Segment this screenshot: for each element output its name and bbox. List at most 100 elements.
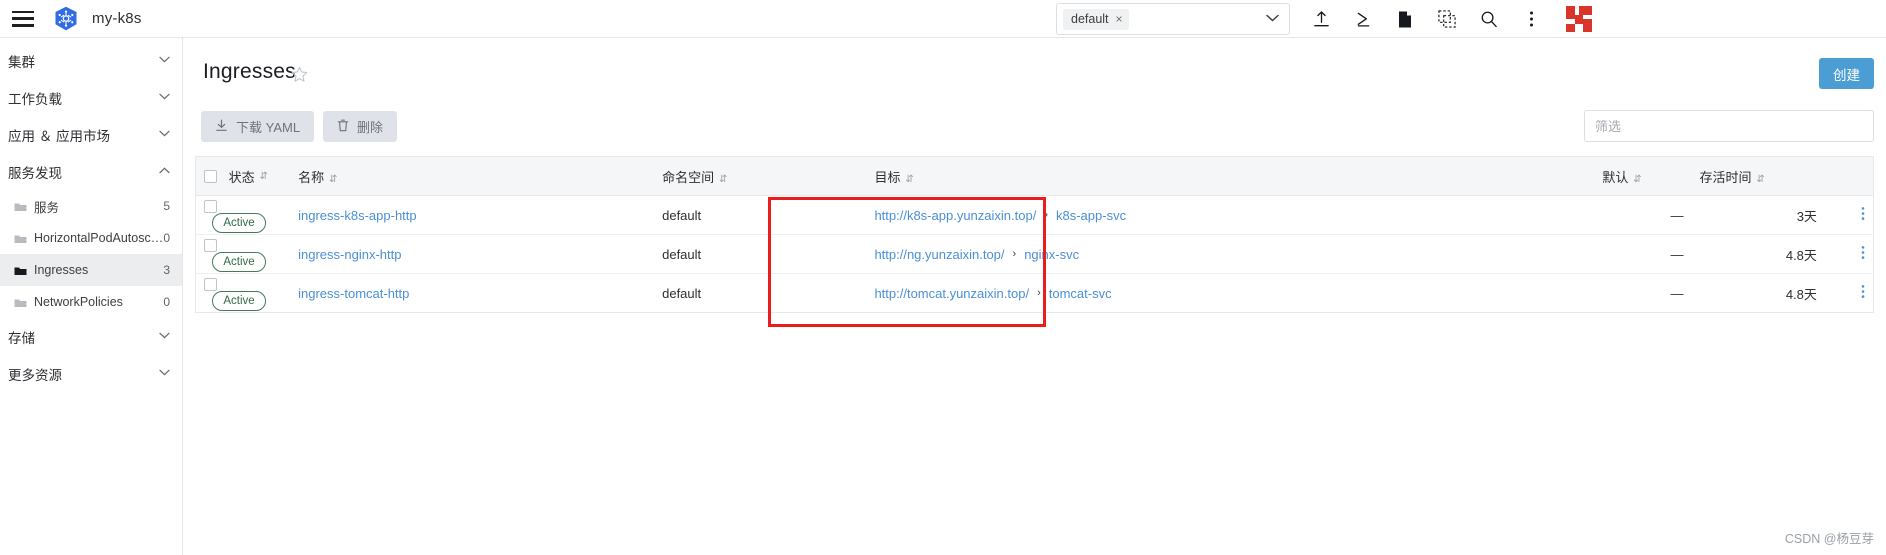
sidebar-item-horizontalpodautoscalers[interactable]: HorizontalPodAutoscalers 0 — [0, 222, 182, 254]
chevron-up-icon[interactable] — [159, 166, 170, 177]
sidebar-group-storage[interactable]: 存储 — [0, 318, 182, 355]
sort-icon[interactable]: ⇵ — [905, 174, 913, 185]
sort-icon[interactable]: ⇵ — [1633, 174, 1641, 185]
create-button[interactable]: 创建 — [1819, 58, 1874, 89]
red-brand-icon[interactable] — [1558, 0, 1600, 38]
delete-button[interactable]: 删除 — [323, 111, 398, 142]
chevron-down-icon[interactable] — [159, 129, 170, 140]
cell-target: http://tomcat.yunzaixin.top/ › tomcat-sv… — [866, 273, 1595, 313]
cell-name: ingress-tomcat-http — [290, 273, 655, 313]
cell-actions — [1824, 234, 1874, 274]
sidebar-group-cluster[interactable]: 集群 — [0, 42, 182, 79]
column-header-default[interactable]: 默认 ⇵ — [1594, 156, 1692, 196]
sidebar-item-count: 5 — [163, 199, 170, 213]
snapshot-icon[interactable] — [1426, 0, 1468, 38]
sidebar-group-service-discovery[interactable]: 服务发现 — [0, 153, 182, 190]
ingress-name-link[interactable]: ingress-k8s-app-http — [298, 208, 417, 223]
column-label: 命名空间 — [662, 169, 715, 185]
sort-icon[interactable]: ⇵ — [1756, 174, 1764, 185]
terminal-icon[interactable] — [1342, 0, 1384, 38]
app-root: my-k8s default × 集群 工作负载 应用 ＆ 应用市场 服务发现 … — [0, 0, 1886, 555]
chevron-down-icon[interactable] — [159, 368, 170, 379]
row-checkbox[interactable] — [204, 277, 217, 291]
watermark: CSDN @杨豆芽 — [1784, 532, 1874, 546]
table-body: Active ingress-k8s-app-http default http… — [195, 195, 1874, 313]
file-icon[interactable] — [1384, 0, 1426, 38]
sidebar-group-more-resources[interactable]: 更多资源 — [0, 355, 182, 392]
cell-name: ingress-nginx-http — [290, 234, 655, 274]
column-label: 目标 — [874, 169, 901, 185]
column-header-target[interactable]: 目标 ⇵ — [866, 156, 1595, 196]
ingress-table-wrapper: 状态 ⇵ 名称 ⇵ 命名空间 ⇵ 目标 ⇵ 默认 ⇵ 存活时间 ⇵ Active… — [195, 156, 1874, 313]
row-overflow-menu-icon[interactable] — [1861, 246, 1865, 264]
target-service-link[interactable]: k8s-app-svc — [1056, 208, 1126, 223]
filter-box[interactable] — [1584, 110, 1874, 142]
namespace-chip[interactable]: default × — [1063, 8, 1129, 30]
hamburger-icon[interactable] — [12, 10, 34, 27]
trash-icon — [337, 119, 349, 135]
sidebar-group-workloads[interactable]: 工作负载 — [0, 79, 182, 116]
chevron-down-icon[interactable] — [159, 55, 170, 66]
ingress-name-link[interactable]: ingress-tomcat-http — [298, 286, 409, 301]
row-overflow-menu-icon[interactable] — [1861, 207, 1865, 225]
target-url-link[interactable]: http://ng.yunzaixin.top/ — [874, 247, 1004, 262]
column-header-age[interactable]: 存活时间 ⇵ — [1691, 156, 1825, 196]
sidebar-group-label: 服务发现 — [8, 165, 62, 181]
ingress-name-link[interactable]: ingress-nginx-http — [298, 247, 401, 262]
table-row[interactable]: Active ingress-tomcat-http default http:… — [195, 273, 1874, 313]
download-yaml-button[interactable]: 下载 YAML — [201, 111, 315, 142]
target-url-link[interactable]: http://tomcat.yunzaixin.top/ — [874, 286, 1029, 301]
search-icon[interactable] — [1468, 0, 1510, 38]
cell-age: 4.8天 — [1691, 234, 1825, 274]
target-service-link[interactable]: nginx-svc — [1024, 247, 1079, 262]
target-service-link[interactable]: tomcat-svc — [1049, 286, 1112, 301]
star-icon[interactable] — [291, 66, 308, 88]
sidebar-item-services[interactable]: 服务 5 — [0, 190, 182, 222]
table-header-row: 状态 ⇵ 名称 ⇵ 命名空间 ⇵ 目标 ⇵ 默认 ⇵ 存活时间 ⇵ — [195, 156, 1874, 196]
row-overflow-menu-icon[interactable] — [1861, 285, 1865, 303]
cell-actions — [1824, 195, 1874, 235]
column-header-namespace[interactable]: 命名空间 ⇵ — [654, 156, 867, 196]
cell-namespace: default — [654, 195, 867, 235]
row-checkbox[interactable] — [204, 199, 217, 213]
sidebar-item-ingresses[interactable]: Ingresses 3 — [0, 254, 182, 286]
target-url-link[interactable]: http://k8s-app.yunzaixin.top/ — [874, 208, 1036, 223]
sort-icon[interactable]: ⇵ — [329, 174, 337, 185]
namespace-selector[interactable]: default × — [1056, 3, 1290, 35]
sort-icon[interactable]: ⇵ — [260, 171, 268, 182]
column-label: 状态 — [228, 169, 255, 185]
chevron-down-icon[interactable] — [1266, 13, 1279, 25]
sidebar-group-label: 应用 ＆ 应用市场 — [8, 128, 111, 144]
sidebar-group-apps[interactable]: 应用 ＆ 应用市场 — [0, 116, 182, 153]
chevron-down-icon[interactable] — [159, 331, 170, 342]
namespace-chip-label: default — [1071, 12, 1109, 26]
filter-input[interactable] — [1595, 118, 1863, 134]
sidebar-group-label: 更多资源 — [8, 367, 62, 383]
close-icon[interactable]: × — [1116, 12, 1123, 26]
column-header-state[interactable]: 状态 ⇵ — [195, 156, 291, 196]
overflow-menu-icon[interactable] — [1510, 0, 1552, 38]
sidebar-item-networkpolicies[interactable]: NetworkPolicies 0 — [0, 286, 182, 318]
table-row[interactable]: Active ingress-k8s-app-http default http… — [195, 195, 1874, 235]
status-badge: Active — [212, 251, 266, 272]
action-toolbar: 下载 YAML 删除 — [183, 102, 1886, 156]
cell-state: Active — [195, 273, 291, 313]
cell-default: — — [1594, 195, 1692, 235]
chevron-down-icon[interactable] — [159, 92, 170, 103]
sidebar-group-label: 工作负载 — [8, 91, 62, 107]
cluster-name[interactable]: my-k8s — [92, 10, 142, 27]
sidebar-item-label: HorizontalPodAutoscalers — [34, 231, 163, 245]
column-header-name[interactable]: 名称 ⇵ — [290, 156, 655, 196]
cell-target: http://ng.yunzaixin.top/ › nginx-svc — [866, 234, 1595, 274]
sidebar-item-label: Ingresses — [34, 263, 89, 277]
sidebar-group-label: 存储 — [8, 330, 35, 346]
upload-icon[interactable] — [1300, 0, 1342, 38]
download-icon — [215, 119, 228, 135]
row-checkbox[interactable] — [204, 238, 217, 252]
sidebar-item-count: 0 — [163, 295, 170, 309]
cell-default: — — [1594, 234, 1692, 274]
select-all-checkbox[interactable] — [204, 169, 217, 183]
table-row[interactable]: Active ingress-nginx-http default http:/… — [195, 234, 1874, 274]
main-content: Ingresses 创建 下载 YAML 删除 筛选 状态 ⇵ 名称 ⇵ 命名空… — [183, 38, 1886, 555]
sort-icon[interactable]: ⇵ — [719, 174, 727, 185]
